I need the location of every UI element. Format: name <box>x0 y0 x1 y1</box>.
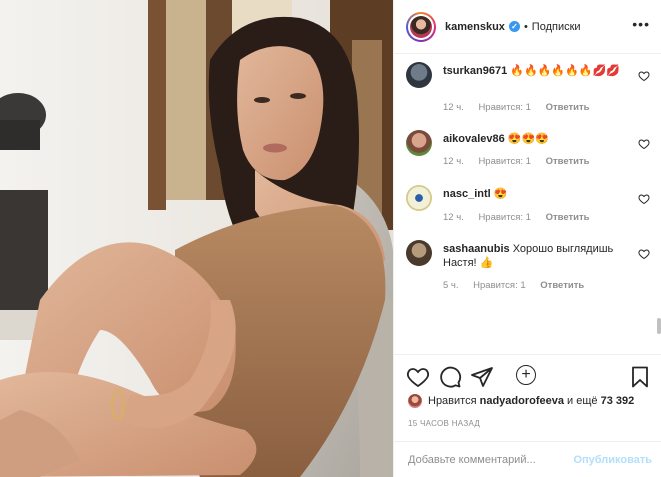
comment-username[interactable]: nasc_intl <box>443 188 491 200</box>
comment-avatar[interactable] <box>406 62 432 88</box>
heart-icon[interactable] <box>638 70 650 82</box>
likes-middle: и ещё <box>567 395 598 407</box>
post-sidebar: kamenskux ✓ • Подписки ••• tsurkan9671 🔥… <box>393 0 661 477</box>
liker-avatar <box>408 394 422 408</box>
post-comment-button[interactable]: Опубликовать <box>573 454 652 466</box>
likes-summary[interactable]: Нравится nadyadorofeeva и ещё 73 392 <box>408 394 634 408</box>
comment-time[interactable]: 12 ч. <box>443 102 464 113</box>
post-photo-illustration <box>0 0 393 477</box>
reply-button[interactable]: Ответить <box>546 102 590 113</box>
comment-likes[interactable]: Нравится: 1 <box>473 280 525 291</box>
post-photo[interactable] <box>0 0 393 477</box>
author-username[interactable]: kamenskux <box>445 21 505 33</box>
comments-scrollbar[interactable] <box>657 318 661 334</box>
comments-list: tsurkan9671 🔥🔥🔥🔥🔥🔥💋💋 12 ч. Нравится: 1 О… <box>394 54 661 385</box>
comment-likes[interactable]: Нравится: 1 <box>478 212 530 223</box>
reply-button[interactable]: Ответить <box>540 280 584 291</box>
following-button[interactable]: Подписки <box>532 21 581 33</box>
post-actions: Нравится nadyadorofeeva и ещё 73 392 15 … <box>394 354 661 477</box>
post-header: kamenskux ✓ • Подписки ••• <box>394 0 661 54</box>
comment-time[interactable]: 12 ч. <box>443 212 464 223</box>
comment-username[interactable]: sashaanubis <box>443 243 510 255</box>
share-icon[interactable] <box>470 365 494 389</box>
likes-prefix: Нравится <box>428 395 477 407</box>
add-comment-bar: Добавьте комментарий... Опубликовать <box>394 441 661 477</box>
verified-badge-icon: ✓ <box>508 21 520 32</box>
comment-likes[interactable]: Нравится: 1 <box>478 156 530 167</box>
heart-icon[interactable] <box>406 365 430 389</box>
heart-icon[interactable] <box>638 138 650 150</box>
reply-button[interactable]: Ответить <box>546 212 590 223</box>
more-horizontal-icon[interactable]: ••• <box>632 17 650 31</box>
comment-text: 😍 <box>493 188 508 200</box>
heart-icon[interactable] <box>638 193 650 205</box>
separator-dot: • <box>523 20 528 33</box>
comment-icon[interactable] <box>438 365 462 389</box>
liker-username[interactable]: nadyadorofeeva <box>480 395 564 407</box>
post-time[interactable]: 15 ЧАСОВ НАЗАД <box>408 419 480 428</box>
comment-input[interactable]: Добавьте комментарий... <box>408 454 536 466</box>
comment-time[interactable]: 12 ч. <box>443 156 464 167</box>
comment-text: 😍😍😍 <box>507 133 549 145</box>
comment-time[interactable]: 5 ч. <box>443 280 459 291</box>
comment-text: 🔥🔥🔥🔥🔥🔥💋💋 <box>510 65 620 77</box>
bookmark-icon[interactable] <box>628 365 652 389</box>
comment-username[interactable]: tsurkan9671 <box>443 65 507 77</box>
comment-avatar[interactable] <box>406 240 432 266</box>
comment-avatar[interactable] <box>406 185 432 211</box>
comment-username[interactable]: aikovalev86 <box>443 133 505 145</box>
reply-button[interactable]: Ответить <box>546 156 590 167</box>
author-avatar[interactable] <box>406 11 436 42</box>
comment-avatar[interactable] <box>406 130 432 156</box>
likes-count[interactable]: 73 392 <box>601 395 635 407</box>
heart-icon[interactable] <box>638 248 650 260</box>
comment-likes[interactable]: Нравится: 1 <box>478 102 530 113</box>
